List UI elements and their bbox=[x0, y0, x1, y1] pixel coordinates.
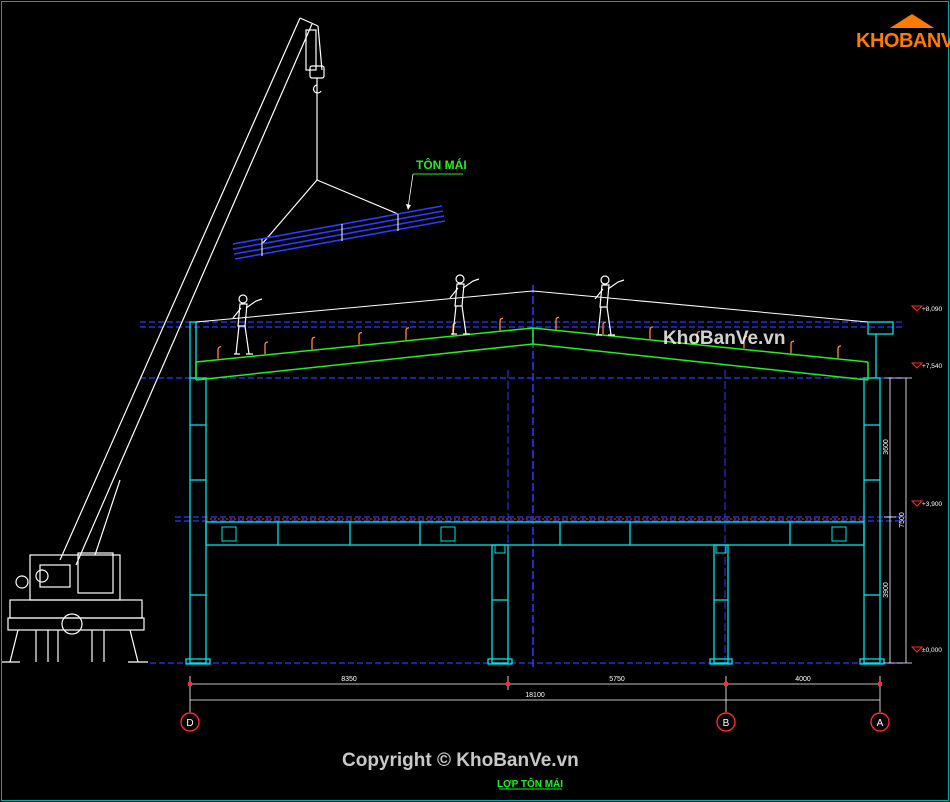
drawing-title: LỢP TÔN MÁI bbox=[497, 777, 563, 790]
dim-span-1: 8350 bbox=[341, 676, 357, 683]
connection-details bbox=[221, 526, 847, 554]
dim-vertical-lower: 3900 bbox=[883, 582, 890, 598]
roof-sheet bbox=[195, 290, 869, 323]
worker-figure bbox=[232, 294, 263, 355]
axis-label-mid: B bbox=[723, 718, 730, 729]
drawing-canvas: 8350 5750 4000 18100 3600 3900 7500 +8,0… bbox=[0, 0, 950, 802]
dim-span-3: 4000 bbox=[795, 676, 811, 683]
callout-label: TÔN MÁI bbox=[416, 157, 467, 172]
workers bbox=[232, 274, 625, 355]
suspended-roof-sheets bbox=[232, 205, 446, 260]
worker-figure bbox=[449, 274, 480, 335]
purlin-hook bbox=[790, 340, 795, 354]
column-inner-2 bbox=[713, 544, 729, 664]
axis-label-right: A bbox=[877, 718, 884, 729]
level-top: +8,090 bbox=[922, 306, 942, 313]
dim-span-2: 5750 bbox=[609, 676, 625, 683]
purlin-hook bbox=[649, 326, 654, 339]
purlin-hook bbox=[264, 341, 269, 355]
cad-drawing: 8350 5750 4000 18100 3600 3900 7500 +8,0… bbox=[1, 1, 949, 801]
purlin-hook bbox=[405, 327, 410, 340]
purlin-hook bbox=[311, 336, 316, 350]
axis-label-left: D bbox=[186, 718, 193, 729]
house-roof-icon bbox=[890, 14, 934, 28]
brand-logo: KHOBANVE bbox=[852, 10, 950, 54]
grid-axis-bubbles: D B A bbox=[180, 712, 890, 732]
dim-vertical-upper: 3600 bbox=[883, 439, 890, 455]
gutter-right bbox=[867, 321, 894, 335]
worker-figure bbox=[594, 275, 625, 336]
purlin-hook bbox=[602, 321, 607, 335]
watermark: KhoBanVe.vn bbox=[663, 328, 786, 349]
purlin-hook bbox=[499, 317, 504, 331]
parapet-left bbox=[189, 321, 197, 379]
purlin-hook bbox=[837, 345, 842, 358]
level-markers: +8,090 +7,540 +3,900 ±0,000 bbox=[910, 305, 942, 654]
purlin-hook bbox=[358, 331, 363, 345]
copyright-notice: Copyright © KhoBanVe.vn bbox=[342, 750, 579, 771]
level-eave: +7,540 bbox=[922, 363, 942, 370]
logo-text: KHOBANVE bbox=[856, 30, 950, 52]
dim-vertical-total: 7500 bbox=[899, 512, 906, 528]
crane bbox=[2, 17, 399, 663]
mezzanine-beam bbox=[205, 521, 865, 546]
steel-frame bbox=[185, 321, 894, 665]
dim-total: 18100 bbox=[525, 692, 545, 699]
level-mezzanine: +3,900 bbox=[922, 501, 942, 508]
column-inner-1 bbox=[491, 544, 509, 664]
level-ground: ±0,000 bbox=[922, 647, 942, 654]
purlin-hook bbox=[217, 346, 222, 359]
